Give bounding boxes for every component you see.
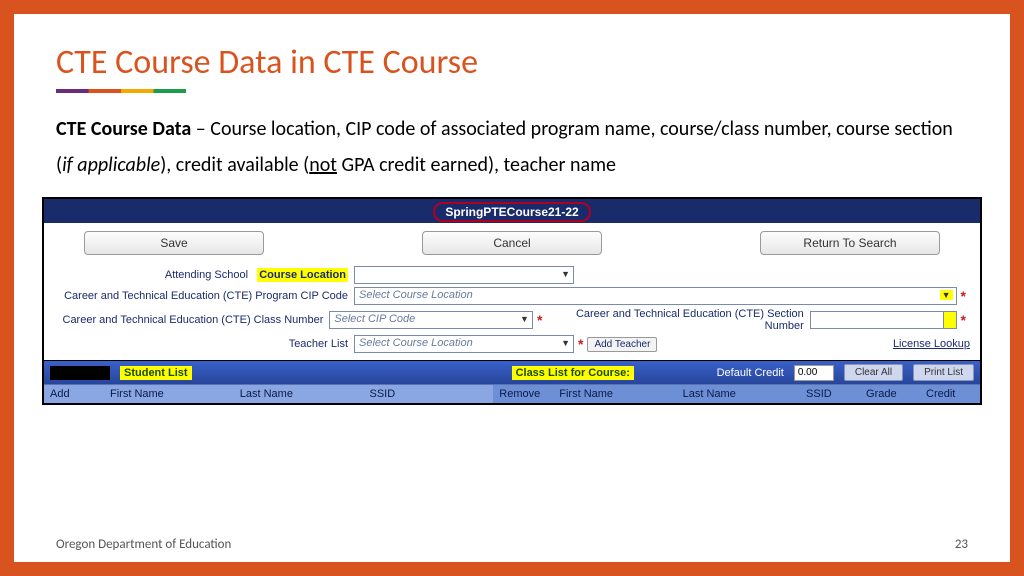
description: CTE Course Data – Course location, CIP c… xyxy=(56,111,968,183)
attending-school-label: Attending School xyxy=(165,269,248,281)
desc-p3: GPA credit earned), teacher name xyxy=(337,153,616,177)
teacher-list-label: Teacher List xyxy=(54,338,354,350)
desc-p2: ), credit available ( xyxy=(160,153,309,177)
print-list-button[interactable]: Print List xyxy=(913,364,974,381)
required-star-icon: * xyxy=(578,336,583,352)
col-ssid: SSID xyxy=(364,385,494,403)
required-star-icon: * xyxy=(961,312,966,328)
col-grade: Grade xyxy=(860,385,920,403)
class-number-select[interactable]: Select CIP Code xyxy=(329,311,533,329)
save-button[interactable]: Save xyxy=(84,231,264,255)
clear-all-button[interactable]: Clear All xyxy=(844,364,903,381)
attending-school-group: Attending School Course Location xyxy=(54,269,354,281)
required-star-icon: * xyxy=(537,312,542,328)
slide-title: CTE Course Data in CTE Course xyxy=(56,42,1010,83)
default-credit-input[interactable] xyxy=(794,365,834,381)
required-star-icon: * xyxy=(961,288,966,304)
add-teacher-button[interactable]: Add Teacher xyxy=(587,337,657,352)
license-lookup-link[interactable]: License Lookup xyxy=(893,338,970,350)
section-number-label: Career and Technical Education (CTE) Sec… xyxy=(546,308,809,332)
default-credit-label: Default Credit xyxy=(717,367,784,379)
col-add: Add xyxy=(44,385,104,403)
desc-underline: not xyxy=(309,153,337,177)
desc-italic: if applicable xyxy=(62,153,160,177)
page-number: 23 xyxy=(955,537,968,552)
col-ssid: SSID xyxy=(800,385,860,403)
title-underline xyxy=(56,89,186,93)
course-location-label: Course Location xyxy=(257,268,348,282)
return-button[interactable]: Return To Search xyxy=(760,231,940,255)
cip-select[interactable]: Select Course Location xyxy=(354,287,957,305)
student-list-tag: Student List xyxy=(120,366,192,380)
desc-bold: CTE Course Data xyxy=(56,117,191,141)
app-header: SpringPTECourse21-22 xyxy=(44,199,980,223)
section-number-input[interactable] xyxy=(810,311,957,329)
col-credit: Credit xyxy=(920,385,980,403)
app-screenshot: SpringPTECourse21-22 Save Cancel Return … xyxy=(42,197,982,405)
cip-label: Career and Technical Education (CTE) Pro… xyxy=(54,290,354,302)
col-remove: Remove xyxy=(493,385,553,403)
course-tab[interactable]: SpringPTECourse21-22 xyxy=(433,202,590,222)
col-last-name: Last Name xyxy=(234,385,364,403)
redacted-area xyxy=(50,366,110,380)
footer-org: Oregon Department of Education xyxy=(56,537,231,552)
col-last-name: Last Name xyxy=(677,385,800,403)
col-first-name: First Name xyxy=(553,385,676,403)
cancel-button[interactable]: Cancel xyxy=(422,231,602,255)
class-number-label: Career and Technical Education (CTE) Cla… xyxy=(54,314,329,326)
col-first-name: First Name xyxy=(104,385,234,403)
teacher-select[interactable]: Select Course Location xyxy=(354,335,574,353)
course-location-select[interactable] xyxy=(354,266,574,284)
class-list-tag: Class List for Course: xyxy=(512,366,634,380)
